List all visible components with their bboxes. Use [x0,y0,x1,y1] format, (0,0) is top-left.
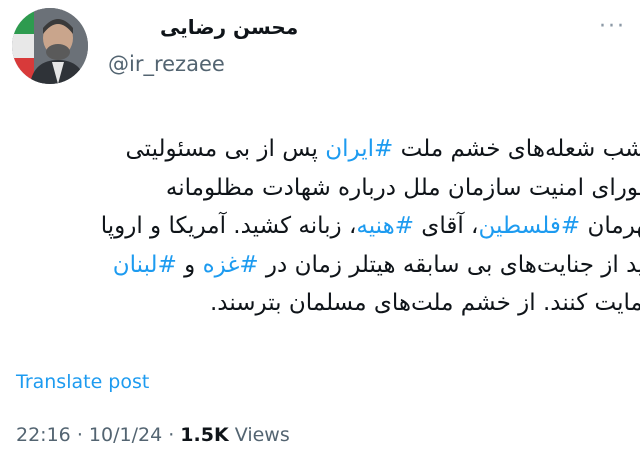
more-options-icon[interactable]: ··· [599,16,626,38]
views-count: 1.5K [180,424,229,446]
text-segment: ، زبانه کشید. آمریکا و اروپا [100,213,357,239]
text-segment: شورای امنیت سازمان ملل درباره شهادت مظلو… [165,174,640,201]
tweet-line: باید از جنایت‌های بی سابقه هیتلر زمان در… [8,246,640,285]
hashtag-link[interactable]: #فلسطین [478,213,580,239]
text-segment: ، آقای [414,213,479,239]
avatar[interactable] [12,8,88,84]
tweet-line: حمایت کنند. از خشم ملت‌های مسلمان بترسند… [8,284,640,323]
meta-separator: · [76,424,83,446]
tweet-line: مشب شعله‌های خشم ملت #ایران پس از بی مسئ… [8,130,640,169]
text-segment: مشب شعله‌های خشم ملت [393,136,640,162]
avatar-photo [12,8,88,84]
tweet-line: شورای امنیت سازمان ملل درباره شهادت مظلو… [8,169,640,208]
meta-separator: · [168,424,175,446]
translate-post-link[interactable]: Translate post [16,371,149,393]
hashtag-link[interactable]: #لبنان [113,252,177,278]
text-segment: حمایت کنند. از خشم ملت‌های مسلمان بترسند… [209,290,640,316]
post-time[interactable]: 22:16 [16,424,71,446]
tweet-text: مشب شعله‌های خشم ملت #ایران پس از بی مسئ… [8,130,640,323]
text-segment: باید از جنایت‌های بی سابقه هیتلر زمان در [258,251,640,278]
post-date[interactable]: 10/1/24 [89,424,162,446]
text-segment: قهرمان [587,213,640,239]
author-name[interactable]: محسن رضایی [160,15,298,39]
text-segment: و [176,251,203,278]
tweet-metadata: 22:16 · 10/1/24 · 1.5K Views [16,424,290,446]
author-handle[interactable]: @ir_rezaee [108,52,225,76]
views-label: Views [234,424,290,446]
tweet-card: محسن رضایی @ir_rezaee ··· مشب شعله‌های خ… [0,0,640,455]
text-segment: پس از بی مسئولیتی [125,136,326,162]
hashtag-link[interactable]: #ایران [325,136,393,162]
hashtag-link[interactable]: #غزه [203,252,259,278]
tweet-line: قهرمان #فلسطین، آقای #هنیه، زبانه کشید. … [8,207,640,246]
hashtag-link[interactable]: #هنیه [356,213,414,239]
